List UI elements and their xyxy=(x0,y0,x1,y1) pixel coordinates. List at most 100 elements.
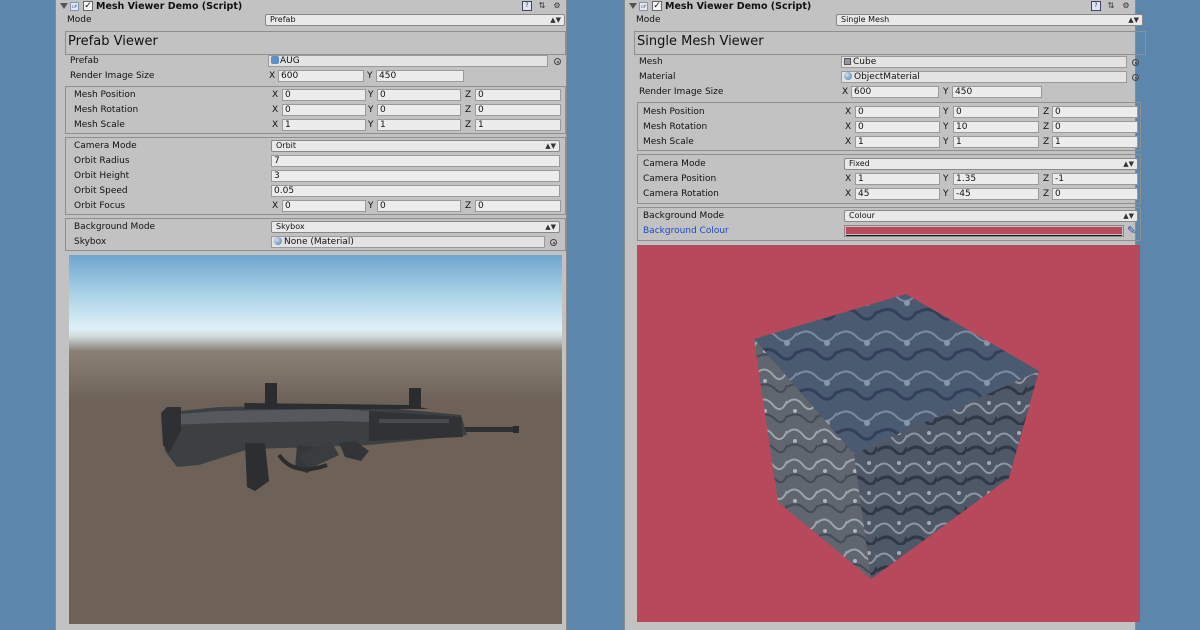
colour-fill xyxy=(846,227,1122,234)
axis-y-label: Y xyxy=(368,120,374,130)
skybox-field[interactable]: None (Material) xyxy=(271,236,545,248)
background-mode-dropdown[interactable]: Colour ▲▼ xyxy=(844,210,1138,222)
background-mode-dropdown[interactable]: Skybox ▲▼ xyxy=(271,221,560,233)
material-field[interactable]: ObjectMaterial xyxy=(841,71,1127,83)
mode-label: Mode xyxy=(67,15,92,25)
gear-icon[interactable]: ⚙ xyxy=(1121,1,1131,11)
mode-dropdown[interactable]: Prefab ▲▼ xyxy=(265,14,565,26)
axis-y-label: Y xyxy=(943,174,949,184)
mesh-rotation-y[interactable]: 10 xyxy=(953,121,1039,133)
mode-dropdown[interactable]: Single Mesh ▲▼ xyxy=(836,14,1143,26)
camera-rotation-x[interactable]: 45 xyxy=(855,188,940,200)
presets-icon[interactable]: ⇅ xyxy=(1106,1,1116,11)
camera-position-x[interactable]: 1 xyxy=(855,173,940,185)
render-size-label: Render Image Size xyxy=(70,71,155,81)
enabled-checkbox[interactable]: ✓ xyxy=(83,1,93,11)
material-value: ObjectMaterial xyxy=(854,72,920,82)
object-picker-icon[interactable] xyxy=(554,58,561,65)
axis-x-label: X xyxy=(272,201,279,211)
mesh-scale-label: Mesh Scale xyxy=(74,120,125,130)
mesh-position-z[interactable]: 0 xyxy=(1052,106,1138,118)
mesh-scale-y[interactable]: 1 xyxy=(953,136,1039,148)
axis-x-label: X xyxy=(269,71,276,81)
dropdown-arrow-icon: ▲▼ xyxy=(1123,212,1134,220)
render-width-field[interactable]: 600 xyxy=(851,86,939,98)
axis-z-label: Z xyxy=(465,105,472,115)
foldout-arrow-icon[interactable] xyxy=(629,3,637,9)
orbit-height-field[interactable]: 3 xyxy=(271,170,560,182)
help-book-icon[interactable]: ? xyxy=(1091,1,1101,11)
dropdown-arrow-icon: ▲▼ xyxy=(1123,160,1134,168)
mesh-rotation-z[interactable]: 0 xyxy=(475,104,561,116)
axis-x-label: X xyxy=(272,105,279,115)
background-mode-label: Background Mode xyxy=(643,211,725,221)
mesh-scale-z[interactable]: 1 xyxy=(475,119,561,131)
camera-mode-label: Camera Mode xyxy=(74,141,137,151)
render-width-field[interactable]: 600 xyxy=(278,70,364,82)
component-header[interactable]: c# ✓ Mesh Viewer Demo (Script) ? ⇅ ⚙ xyxy=(56,0,566,13)
axis-x-label: X xyxy=(272,120,279,130)
cube-model xyxy=(754,294,1039,579)
object-picker-icon[interactable] xyxy=(1132,74,1139,81)
render-height-field[interactable]: 450 xyxy=(376,70,464,82)
enabled-checkbox[interactable]: ✓ xyxy=(652,1,662,11)
orbit-height-label: Orbit Height xyxy=(74,171,130,181)
mesh-scale-z[interactable]: 1 xyxy=(1052,136,1138,148)
dropdown-arrow-icon: ▲▼ xyxy=(550,16,561,24)
axis-z-label: Z xyxy=(465,201,472,211)
orbit-speed-field[interactable]: 0.05 xyxy=(271,185,560,197)
camera-mode-dropdown[interactable]: Orbit ▲▼ xyxy=(271,140,560,152)
dropdown-arrow-icon: ▲▼ xyxy=(1128,16,1139,24)
camera-position-z[interactable]: -1 xyxy=(1052,173,1138,185)
mesh-rotation-x[interactable]: 0 xyxy=(855,121,940,133)
mesh-rotation-label: Mesh Rotation xyxy=(74,105,139,115)
mesh-rotation-y[interactable]: 0 xyxy=(377,104,461,116)
axis-y-label: Y xyxy=(367,71,373,81)
inspector-panel-single-mesh: c# ✓ Mesh Viewer Demo (Script) ? ⇅ ⚙ Mod… xyxy=(624,0,1146,630)
render-preview xyxy=(69,255,562,624)
mesh-rotation-x[interactable]: 0 xyxy=(282,104,366,116)
axis-x-label: X xyxy=(842,87,849,97)
orbit-focus-z[interactable]: 0 xyxy=(475,200,561,212)
axis-z-label: Z xyxy=(1043,137,1050,147)
orbit-focus-label: Orbit Focus xyxy=(74,201,126,211)
mesh-position-x[interactable]: 0 xyxy=(282,89,366,101)
orbit-radius-field[interactable]: 7 xyxy=(271,155,560,167)
background-mode-value: Skybox xyxy=(276,222,305,231)
axis-z-label: Z xyxy=(465,120,472,130)
eyedropper-icon[interactable]: ✎ xyxy=(1127,224,1136,237)
mesh-scale-x[interactable]: 1 xyxy=(855,136,940,148)
help-book-icon[interactable]: ? xyxy=(522,1,532,11)
axis-x-label: X xyxy=(272,90,279,100)
camera-mode-dropdown[interactable]: Fixed ▲▼ xyxy=(844,158,1138,170)
gear-icon[interactable]: ⚙ xyxy=(552,1,562,11)
mesh-scale-y[interactable]: 1 xyxy=(377,119,461,131)
render-height-field[interactable]: 450 xyxy=(952,86,1042,98)
mesh-position-z[interactable]: 0 xyxy=(475,89,561,101)
camera-rotation-y[interactable]: -45 xyxy=(953,188,1039,200)
camera-rotation-z[interactable]: 0 xyxy=(1052,188,1138,200)
mesh-position-y[interactable]: 0 xyxy=(953,106,1039,118)
foldout-arrow-icon[interactable] xyxy=(60,3,68,9)
camera-position-y[interactable]: 1.35 xyxy=(953,173,1039,185)
orbit-focus-y[interactable]: 0 xyxy=(377,200,461,212)
prefab-value: AUG xyxy=(280,56,300,66)
orbit-focus-x[interactable]: 0 xyxy=(282,200,366,212)
background-colour-label: Background Colour xyxy=(643,226,729,236)
object-picker-icon[interactable] xyxy=(1132,59,1139,66)
mesh-scale-x[interactable]: 1 xyxy=(282,119,366,131)
mesh-rotation-z[interactable]: 0 xyxy=(1052,121,1138,133)
object-picker-icon[interactable] xyxy=(550,239,557,246)
prefab-field[interactable]: AUG xyxy=(268,55,548,67)
presets-icon[interactable]: ⇅ xyxy=(537,1,547,11)
background-colour-swatch[interactable] xyxy=(844,225,1124,237)
mesh-position-x[interactable]: 0 xyxy=(855,106,940,118)
cs-script-icon: c# xyxy=(639,2,648,11)
axis-y-label: Y xyxy=(943,87,949,97)
material-icon xyxy=(844,72,852,80)
axis-x-label: X xyxy=(845,122,852,132)
component-header[interactable]: c# ✓ Mesh Viewer Demo (Script) ? ⇅ ⚙ xyxy=(625,0,1135,13)
mesh-label: Mesh xyxy=(639,57,663,67)
mesh-position-y[interactable]: 0 xyxy=(377,89,461,101)
mesh-field[interactable]: Cube xyxy=(841,56,1127,68)
